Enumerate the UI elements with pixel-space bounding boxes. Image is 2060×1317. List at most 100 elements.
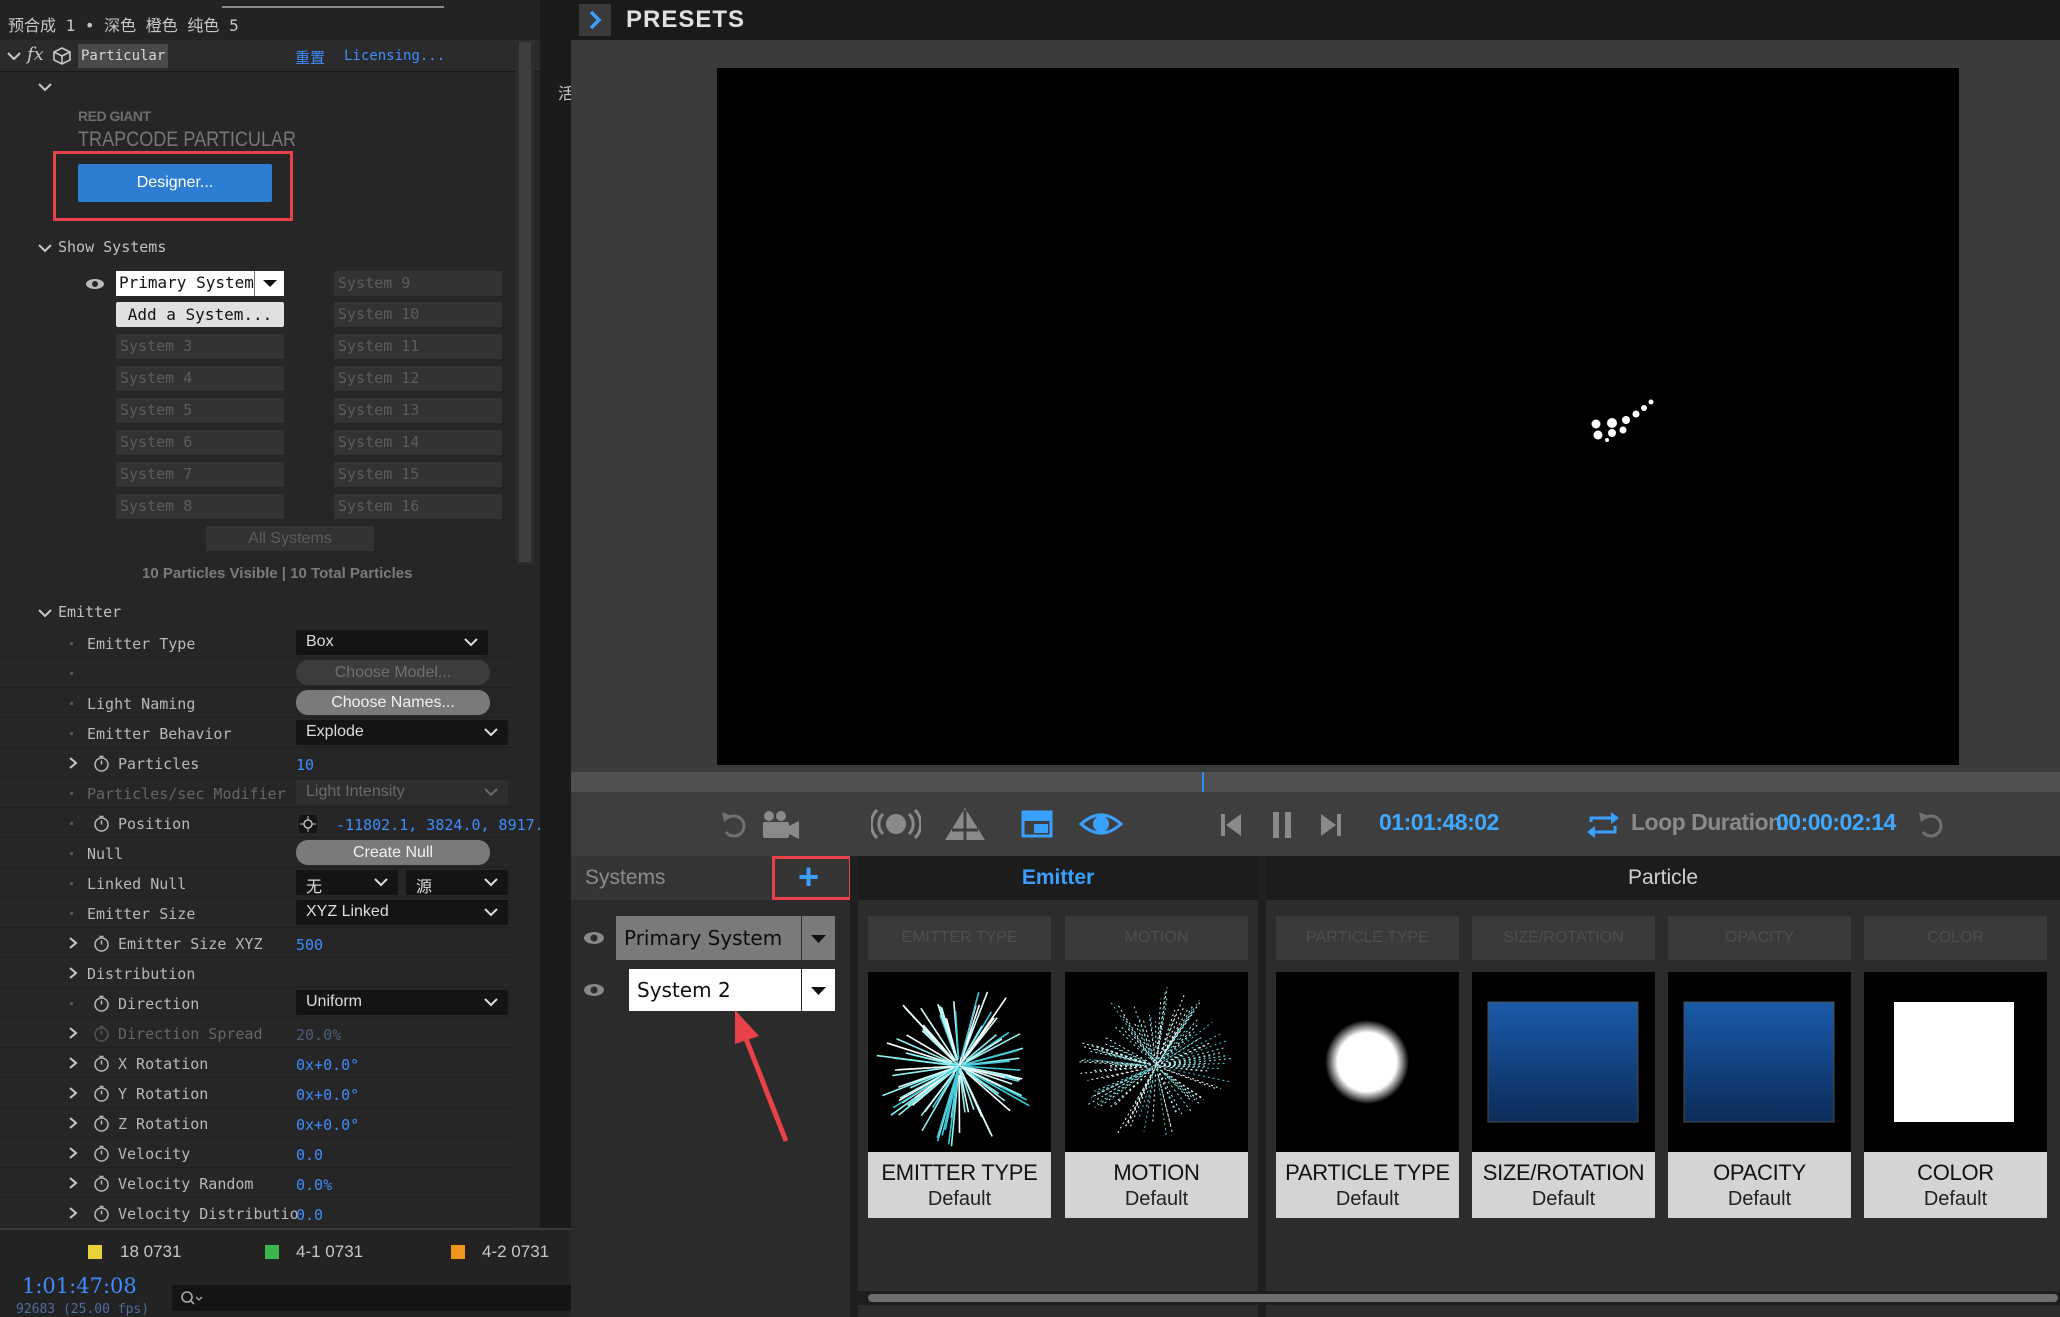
chevron-down-icon[interactable] [37,605,53,621]
camera-icon[interactable] [759,804,805,844]
fx-icon[interactable]: fx [27,46,44,64]
system-14-slot[interactable]: System 14 [334,430,502,455]
emitter-type-card[interactable]: EMITTER TYPE Default [868,1152,1051,1218]
primary-system-item[interactable]: Primary System [616,916,801,960]
twirl-right-icon[interactable] [67,756,79,770]
add-system-button[interactable]: Add a System... [116,302,284,327]
eye-icon[interactable] [85,278,105,290]
eye-icon[interactable] [583,931,605,945]
stopwatch-icon[interactable] [93,1145,110,1162]
playback-time[interactable]: 01:01:48:02 [1379,809,1499,836]
twirl-right-icon[interactable] [67,1176,79,1190]
emitter-header[interactable]: Emitter [858,856,1258,900]
dropdown-arrow-icon[interactable] [802,969,835,1011]
size-rotation-thumbnail[interactable] [1472,972,1655,1160]
particle-type-card[interactable]: PARTICLE TYPE Default [1276,1152,1459,1218]
emitter-size-dropdown[interactable]: XYZ Linked [296,900,508,925]
emitter-type-tab[interactable]: EMITTER TYPE [868,916,1051,960]
panel-divider[interactable] [540,0,571,1228]
velocity-value[interactable]: 0.0 [296,1146,323,1164]
opacity-thumbnail[interactable] [1668,972,1851,1160]
chevron-down-icon[interactable] [37,240,53,256]
reset-link[interactable]: 重置 [295,47,325,68]
motion-thumbnail[interactable] [1065,972,1248,1160]
dropdown-arrow-icon[interactable] [802,916,835,960]
layer-label[interactable]: 18 0731 [120,1242,181,1262]
stopwatch-icon[interactable] [93,755,110,772]
system-9-slot[interactable]: System 9 [334,271,502,296]
stopwatch-icon[interactable] [93,1175,110,1192]
twirl-right-icon[interactable] [67,936,79,950]
current-timecode[interactable]: 1:01:47:08 [22,1274,137,1298]
horizontal-scrollbar[interactable] [858,1291,2060,1305]
motion-card[interactable]: MOTION Default [1065,1152,1248,1218]
system-7-slot[interactable]: System 7 [116,462,284,487]
system-5-slot[interactable]: System 5 [116,398,284,423]
plus-icon[interactable]: + [798,858,819,896]
emitter-behavior-dropdown[interactable]: Explode [296,720,508,745]
eye-icon[interactable] [583,983,605,997]
loop-duration-value[interactable]: 00:00:02:14 [1776,809,1896,836]
system-12-slot[interactable]: System 12 [334,366,502,391]
scroll-thumb[interactable] [519,42,531,562]
dropdown-arrow-icon[interactable] [254,271,284,296]
stopwatch-icon[interactable] [93,1205,110,1222]
particle-header[interactable]: Particle [1266,856,2060,900]
size-rotation-card[interactable]: SIZE/ROTATION Default [1472,1152,1655,1218]
skip-to-end-icon[interactable] [1311,804,1351,844]
choose-model-button[interactable]: Choose Model... [296,660,490,685]
stopwatch-icon[interactable] [93,1055,110,1072]
system-4-slot[interactable]: System 4 [116,366,284,391]
stopwatch-icon[interactable] [93,1085,110,1102]
y-rotation-value[interactable]: 0x+0.0° [296,1086,359,1104]
stopwatch-icon[interactable] [93,815,110,832]
stopwatch-icon[interactable] [93,1115,110,1132]
velocity-distribution-value[interactable]: 0.0 [296,1206,323,1224]
twirl-right-icon[interactable] [67,1086,79,1100]
reset-icon[interactable] [1913,804,1953,844]
pause-icon[interactable] [1261,804,1301,844]
chevron-down-icon[interactable] [37,80,53,94]
scroll-thumb[interactable] [868,1294,2058,1302]
loop-icon[interactable] [1583,804,1623,844]
motion-blur-icon[interactable] [871,804,921,844]
licensing-link[interactable]: Licensing... [344,48,445,64]
particle-type-thumbnail[interactable] [1276,972,1459,1160]
system-11-slot[interactable]: System 11 [334,334,502,359]
emitter-type-dropdown[interactable]: Box [296,630,488,655]
size-rotation-tab[interactable]: SIZE/ROTATION [1472,916,1655,960]
twirl-right-icon[interactable] [67,1146,79,1160]
eye-icon[interactable] [1079,804,1123,844]
motion-tab[interactable]: MOTION [1065,916,1248,960]
expand-presets-button[interactable] [579,4,611,36]
stopwatch-icon[interactable] [93,995,110,1012]
color-tab[interactable]: COLOR [1864,916,2047,960]
stopwatch-icon[interactable] [93,935,110,952]
particles-sec-modifier-dropdown[interactable]: Light Intensity [296,780,508,805]
system-16-slot[interactable]: System 16 [334,494,502,519]
all-systems-button[interactable]: All Systems [206,526,374,551]
timeline-scrubber[interactable] [571,772,2060,792]
linked-null-source-dropdown[interactable]: 源 [406,870,508,896]
choose-names-button[interactable]: Choose Names... [296,690,490,715]
linked-null-layer-dropdown[interactable]: 无 [296,870,398,896]
preview-viewport[interactable] [717,68,1959,765]
twirl-right-icon[interactable] [67,1206,79,1220]
crosshair-target-icon[interactable] [298,814,318,834]
particle-type-tab[interactable]: PARTICLE TYPE [1276,916,1459,960]
particles-value[interactable]: 10 [296,756,314,774]
undo-icon[interactable] [716,804,756,844]
layer-label[interactable]: 4-2 0731 [482,1242,549,1262]
twirl-right-icon[interactable] [67,1026,79,1040]
twirl-right-icon[interactable] [67,1116,79,1130]
emitter-size-xyz-value[interactable]: 500 [296,936,323,954]
skip-to-start-icon[interactable] [1211,804,1251,844]
position-value[interactable]: -11802.1, 3824.0, 8917. [336,816,544,834]
system-10-slot[interactable]: System 10 [334,302,502,327]
playhead[interactable] [1202,772,1204,792]
system-15-slot[interactable]: System 15 [334,462,502,487]
collapsed-panel-label[interactable]: 活 [558,80,571,104]
twirl-right-icon[interactable] [67,966,79,980]
vertical-scrollbar[interactable] [516,40,534,565]
background-layer-icon[interactable] [1017,804,1057,844]
